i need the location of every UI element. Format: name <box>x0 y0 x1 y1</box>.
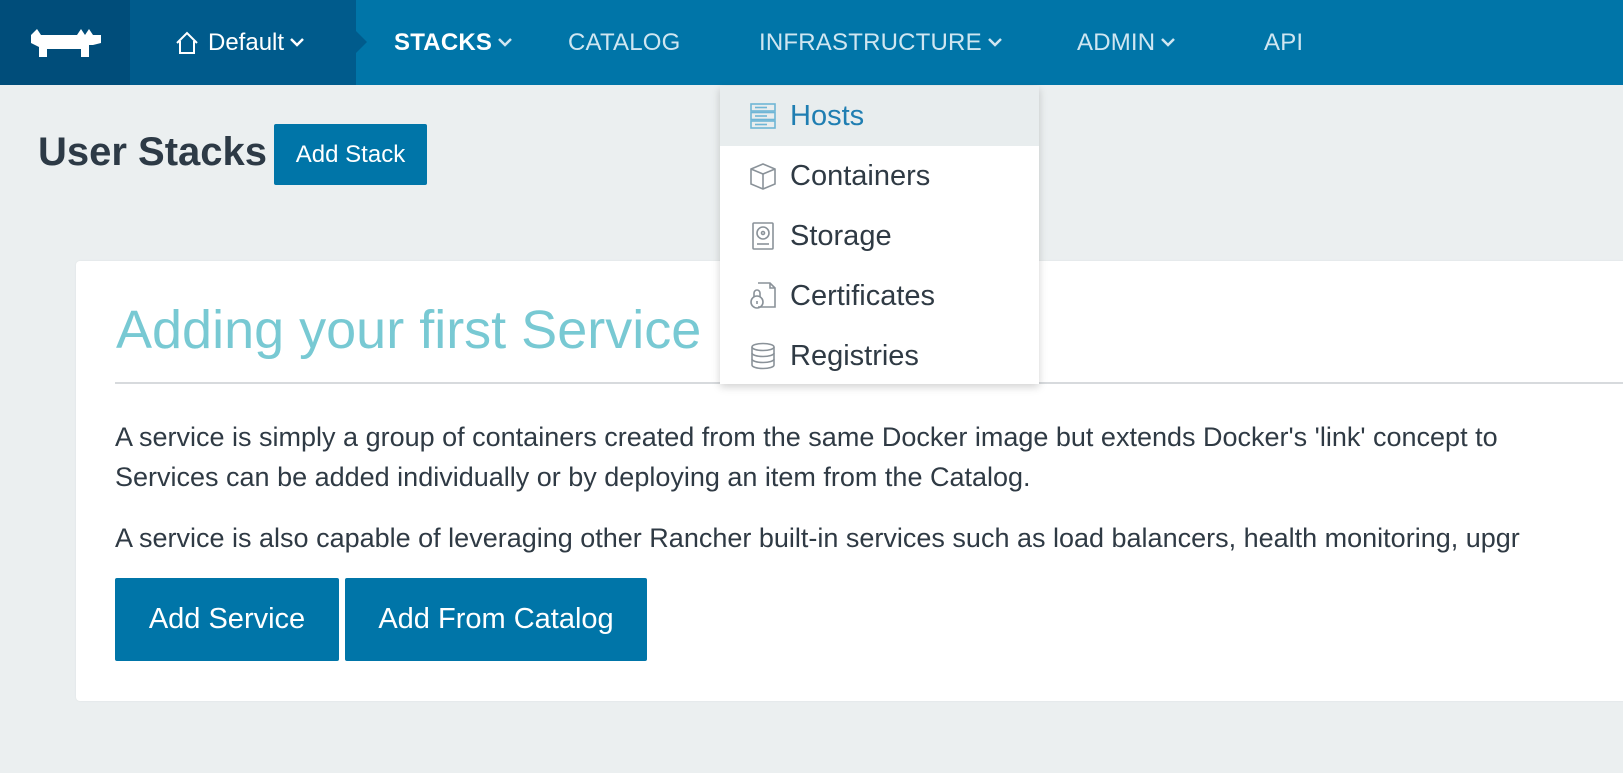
nav-catalog[interactable]: CATALOG <box>568 0 681 85</box>
chevron-down-icon <box>290 38 304 47</box>
container-icon <box>750 163 776 190</box>
chevron-down-icon <box>987 38 1002 47</box>
top-navigation: Default STACKS CATALOG INFRASTRUCTURE AD… <box>0 0 1623 85</box>
menu-item-registries[interactable]: Registries <box>720 326 1039 386</box>
card-title: Adding your first Service <box>116 300 702 360</box>
infrastructure-dropdown-menu: Hosts Containers Storage Certificates Re… <box>720 86 1039 384</box>
menu-item-label: Hosts <box>790 99 865 132</box>
menu-item-storage[interactable]: Storage <box>720 206 1039 266</box>
add-from-catalog-button[interactable]: Add From Catalog <box>345 578 647 661</box>
storage-icon <box>752 222 774 250</box>
description-line-2: Services can be added individually or by… <box>115 462 1031 492</box>
menu-item-hosts[interactable]: Hosts <box>720 86 1039 146</box>
nav-api-label: API <box>1264 28 1304 56</box>
menu-item-label: Certificates <box>790 279 936 312</box>
menu-item-label: Registries <box>790 339 919 372</box>
add-stack-button[interactable]: Add Stack <box>274 124 427 185</box>
menu-item-label: Storage <box>790 219 892 252</box>
page-title: User Stacks <box>38 130 268 174</box>
nav-admin-label: ADMIN <box>1077 28 1156 56</box>
nav-stacks-label: STACKS <box>394 28 493 56</box>
chevron-down-icon <box>1161 38 1176 47</box>
rancher-cow-icon <box>31 28 101 57</box>
description-line-1: A service is simply a group of container… <box>115 422 1498 452</box>
description-paragraph-2: A service is also capable of leveraging … <box>115 523 1520 553</box>
chevron-down-icon <box>498 38 512 47</box>
home-icon <box>176 31 198 54</box>
nav-catalog-label: CATALOG <box>568 28 681 56</box>
environment-selector[interactable]: Default <box>130 0 367 85</box>
nav-api[interactable]: API <box>1264 0 1303 85</box>
rancher-logo[interactable] <box>0 0 130 85</box>
nav-infrastructure-label: INFRASTRUCTURE <box>759 28 982 56</box>
hosts-icon <box>750 103 776 129</box>
registry-icon <box>751 342 775 370</box>
environment-label: Default <box>208 28 285 56</box>
nav-infrastructure[interactable]: INFRASTRUCTURE <box>759 0 1002 85</box>
menu-item-certificates[interactable]: Certificates <box>720 266 1039 326</box>
add-service-button[interactable]: Add Service <box>115 578 339 661</box>
certificate-icon <box>750 282 776 309</box>
menu-item-label: Containers <box>790 159 931 192</box>
nav-stacks[interactable]: STACKS <box>394 0 512 85</box>
nav-admin[interactable]: ADMIN <box>1077 0 1176 85</box>
menu-item-containers[interactable]: Containers <box>720 146 1039 206</box>
